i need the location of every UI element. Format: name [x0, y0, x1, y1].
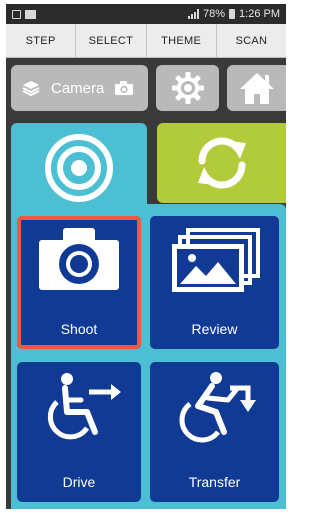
gear-icon [171, 72, 204, 104]
notification-icons [12, 9, 36, 19]
clock: 1:26 PM [239, 8, 280, 20]
refresh-icon [197, 137, 246, 189]
drive-tile[interactable]: Drive [17, 362, 141, 502]
toolbar: Camera [6, 58, 286, 116]
wheelchair-transfer-icon [179, 372, 256, 443]
battery-percent: 78% [203, 8, 226, 20]
signal-icon [188, 9, 199, 19]
menu-select[interactable]: SELECT [76, 24, 147, 57]
layers-icon [22, 81, 40, 97]
menu-step[interactable]: STEP [6, 24, 77, 57]
menu-bar: STEP SELECT THEME SCAN [6, 24, 286, 58]
main-panel: Shoot Review Drive Transfer [6, 116, 286, 509]
camera-icon [39, 228, 119, 290]
menu-scan[interactable]: SCAN [217, 24, 286, 57]
review-tile[interactable]: Review [150, 216, 279, 349]
gallery-notification-icon [12, 9, 21, 19]
status-bar: 78% 1:26 PM [6, 4, 286, 24]
review-label: Review [191, 321, 238, 337]
transfer-label: Transfer [188, 474, 241, 490]
home-button[interactable] [227, 65, 286, 111]
camera-mode-button[interactable]: Camera [11, 65, 148, 111]
home-icon [239, 73, 274, 104]
photos-icon [172, 228, 260, 292]
target-icon [45, 134, 113, 202]
shoot-tile[interactable]: Shoot [17, 216, 141, 349]
battery-icon [229, 9, 236, 19]
camera-icon [115, 81, 134, 95]
settings-button[interactable] [156, 65, 219, 111]
tab-refresh[interactable] [157, 123, 286, 203]
transfer-tile[interactable]: Transfer [150, 362, 279, 502]
camera-mode-label: Camera [51, 79, 105, 97]
menu-theme[interactable]: THEME [147, 24, 217, 57]
drive-label: Drive [62, 474, 96, 490]
tab-target[interactable] [11, 123, 147, 213]
flag-notification-icon [25, 9, 36, 19]
shoot-label: Shoot [60, 321, 98, 337]
app-screen: 78% 1:26 PM STEP SELECT THEME SCAN Camer… [6, 4, 286, 509]
tab-content: Shoot Review Drive Transfer [11, 204, 286, 509]
wheelchair-arrow-icon [47, 373, 121, 440]
system-indicators: 78% 1:26 PM [188, 8, 280, 20]
